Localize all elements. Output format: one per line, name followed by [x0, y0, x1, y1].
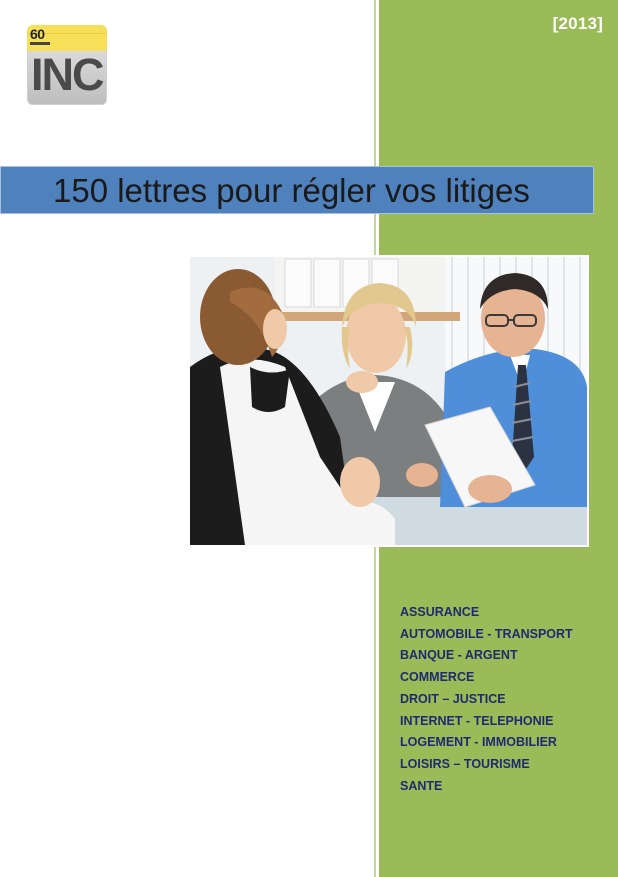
- category-item: AUTOMOBILE - TRANSPORT: [400, 626, 573, 641]
- meeting-photo-illustration: [190, 257, 587, 545]
- meeting-photo: [190, 257, 587, 545]
- category-item: LOISIRS – TOURISME: [400, 756, 530, 771]
- document-title: 150 lettres pour régler vos litiges: [53, 172, 530, 209]
- category-item: COMMERCE: [400, 670, 475, 685]
- category-item: INTERNET - TELEPHONIE: [400, 713, 554, 728]
- category-item: ASSURANCE: [400, 605, 480, 619]
- logo-number: 60: [30, 26, 45, 42]
- category-item: LOGEMENT - IMMOBILIER: [400, 735, 557, 750]
- year-label: [2013]: [552, 14, 603, 33]
- category-item: SANTE: [400, 778, 443, 793]
- category-list: ASSURANCE AUTOMOBILE - TRANSPORT BANQUE …: [400, 602, 573, 797]
- document-page: [2013] 60 INC 150 lettres pour régler vo…: [0, 0, 618, 877]
- category-item: BANQUE - ARGENT: [400, 648, 518, 663]
- logo-small-mark: [30, 42, 50, 45]
- category-item: DROIT – JUSTICE: [400, 691, 506, 706]
- logo-letters: INC: [31, 49, 104, 100]
- title-banner: 150 lettres pour régler vos litiges: [0, 166, 594, 214]
- inc-logo: 60 INC: [27, 25, 107, 105]
